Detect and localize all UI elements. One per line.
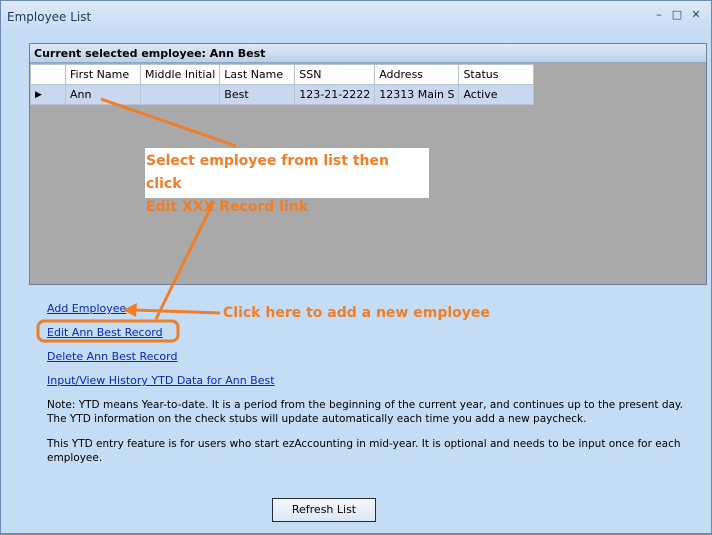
column-header-first-name[interactable]: First Name [65, 64, 141, 85]
delete-record-link[interactable]: Delete Ann Best Record [47, 350, 177, 363]
cell-first-name[interactable]: Ann [65, 84, 141, 105]
minimize-icon[interactable]: – [651, 7, 667, 23]
ytd-data-link[interactable]: Input/View History YTD Data for Ann Best [47, 374, 275, 387]
column-header-last-name[interactable]: Last Name [219, 64, 296, 85]
cell-last-name[interactable]: Best [219, 84, 296, 105]
callout-line-2: Edit XXX Record link [146, 199, 309, 215]
select-employee-callout: Select employee from list then click Edi… [145, 148, 429, 215]
row-header-corner [30, 64, 66, 85]
table-row[interactable]: ▶ Ann Best 123-21-2222 12313 Main S Acti… [30, 84, 535, 105]
current-row-indicator-icon[interactable]: ▶ [30, 84, 66, 105]
close-icon[interactable]: ✕ [688, 7, 704, 23]
maximize-icon[interactable]: □ [669, 7, 685, 23]
column-header-address[interactable]: Address [374, 64, 460, 85]
column-header-status[interactable]: Status [458, 64, 535, 85]
title-bar[interactable]: Employee List – □ ✕ [1, 1, 711, 33]
cell-address[interactable]: 12313 Main S [374, 84, 460, 105]
table-header-row: First Name Middle Initial Last Name SSN … [30, 64, 535, 85]
employee-list-window: Employee List – □ ✕ Current selected emp… [0, 0, 712, 534]
add-employee-callout: Click here to add a new employee [223, 305, 490, 321]
window-title: Employee List [7, 10, 92, 24]
edit-record-link[interactable]: Edit Ann Best Record [47, 326, 163, 339]
column-header-ssn[interactable]: SSN [294, 64, 376, 85]
ytd-note: Note: YTD means Year-to-date. It is a pe… [47, 399, 683, 425]
cell-ssn[interactable]: 123-21-2222 [294, 84, 376, 105]
refresh-list-button[interactable]: Refresh List [272, 498, 376, 522]
employee-table[interactable]: First Name Middle Initial Last Name SSN … [30, 64, 535, 105]
feature-note: This YTD entry feature is for users who … [47, 438, 681, 464]
arrow-to-add-link [132, 308, 221, 315]
cell-middle-initial[interactable] [139, 84, 221, 105]
column-header-middle-initial[interactable]: Middle Initial [139, 64, 221, 85]
cell-status[interactable]: Active [458, 84, 535, 105]
add-employee-link[interactable]: Add Employee [47, 302, 126, 315]
callout-line-1: Select employee from list then click [146, 153, 389, 192]
grid-caption: Current selected employee: Ann Best [30, 44, 706, 63]
